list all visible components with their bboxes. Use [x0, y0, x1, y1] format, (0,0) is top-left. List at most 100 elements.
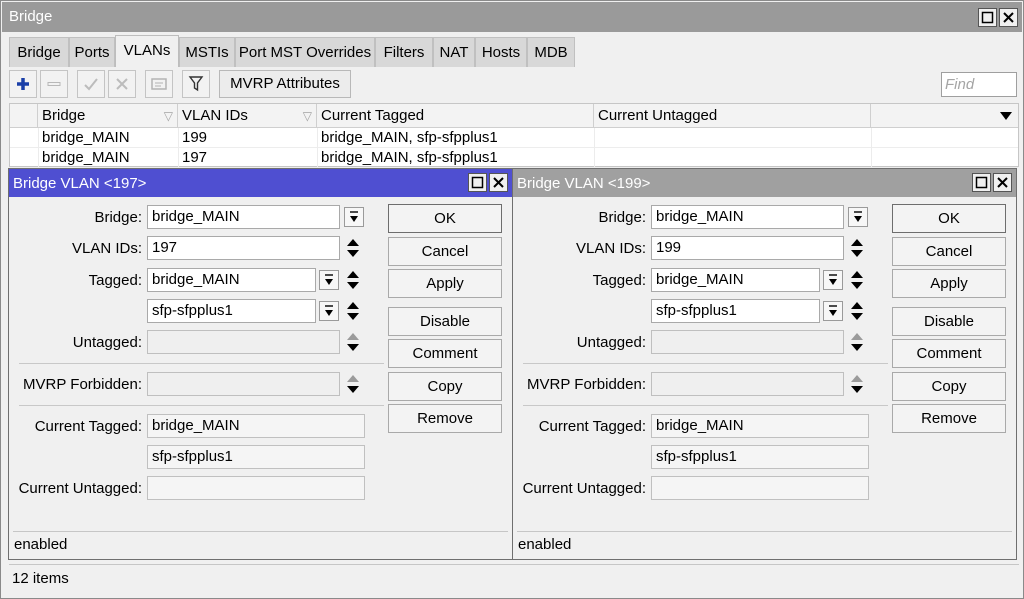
disable-button[interactable] [108, 70, 136, 98]
apply-button[interactable]: Apply [892, 269, 1006, 298]
remove-button[interactable]: Remove [388, 404, 502, 433]
cancel-button[interactable]: Cancel [388, 237, 502, 266]
add-remove-icon[interactable] [346, 330, 360, 354]
tagged-field-1[interactable]: bridge_MAIN [147, 268, 316, 292]
add-remove-icon[interactable] [850, 372, 864, 396]
mvrp-forbidden-field[interactable] [651, 372, 844, 396]
tab-nat[interactable]: NAT [433, 37, 475, 67]
ok-button[interactable]: OK [892, 204, 1006, 233]
mvrp-attributes-button[interactable]: MVRP Attributes [219, 70, 351, 98]
column-divider [317, 128, 318, 168]
copy-button[interactable]: Copy [892, 372, 1006, 401]
bridge-dropdown-button[interactable] [344, 207, 364, 227]
filter-button[interactable] [182, 70, 210, 98]
disable-button[interactable]: Disable [388, 307, 502, 336]
column-header-bridge[interactable]: Bridge ▽ [38, 104, 178, 128]
tab-mstis[interactable]: MSTIs [179, 37, 235, 67]
up-down-arrows-icon [851, 333, 863, 351]
bridge-vlan-197-dialog: Bridge VLAN <197> Bridge: bridge_MAIN VL… [8, 168, 513, 560]
tab-port-mst-overrides[interactable]: Port MST Overrides [235, 37, 375, 67]
sort-icon: ▽ [163, 109, 173, 123]
close-button[interactable] [489, 173, 508, 192]
vlan-ids-field[interactable]: 199 [651, 236, 844, 260]
close-button[interactable] [993, 173, 1012, 192]
dropdown-arrow-icon [829, 305, 837, 316]
comment-button[interactable]: Comment [388, 339, 502, 368]
remove-button[interactable]: Remove [892, 404, 1006, 433]
untagged-label: Untagged: [576, 334, 646, 351]
bridge-label: Bridge: [94, 209, 142, 226]
tab-filters[interactable]: Filters [375, 37, 433, 67]
tab-vlans[interactable]: VLANs [115, 35, 179, 67]
add-remove-icon[interactable] [346, 268, 360, 292]
add-remove-icon[interactable] [346, 236, 360, 260]
divider [523, 405, 888, 406]
bridge-dropdown-button[interactable] [848, 207, 868, 227]
table-row[interactable]: bridge_MAIN 197 bridge_MAIN, sfp-sfpplus… [10, 148, 1018, 168]
comment-button[interactable]: Comment [892, 339, 1006, 368]
check-icon [84, 78, 98, 91]
untagged-field[interactable] [147, 330, 340, 354]
table-row[interactable]: bridge_MAIN 199 bridge_MAIN, sfp-sfpplus… [10, 128, 1018, 148]
current-tagged-label: Current Tagged: [538, 418, 646, 435]
remove-button[interactable] [40, 70, 68, 98]
add-remove-icon[interactable] [346, 372, 360, 396]
tab-ports[interactable]: Ports [69, 37, 115, 67]
up-down-arrows-icon [347, 271, 359, 289]
vlan-ids-label: VLAN IDs: [575, 240, 646, 257]
column-header-current-tagged[interactable]: Current Tagged [317, 104, 594, 128]
column-header-vlan-ids[interactable]: VLAN IDs ▽ [178, 104, 317, 128]
add-remove-icon[interactable] [850, 236, 864, 260]
up-down-arrows-icon [347, 333, 359, 351]
bridge-label: Bridge: [598, 209, 646, 226]
current-tagged-label: Current Tagged: [34, 418, 142, 435]
tagged-field-1[interactable]: bridge_MAIN [651, 268, 820, 292]
maximize-button[interactable] [972, 173, 991, 192]
bridge-vlan-199-dialog: Bridge VLAN <199> Bridge: bridge_MAIN VL… [512, 168, 1017, 560]
mvrp-forbidden-field[interactable] [147, 372, 340, 396]
add-remove-icon[interactable] [850, 299, 864, 323]
bridge-field[interactable]: bridge_MAIN [147, 205, 340, 229]
enable-button[interactable] [77, 70, 105, 98]
tagged-field-2[interactable]: sfp-sfpplus1 [651, 299, 820, 323]
tagged-dropdown-button[interactable] [319, 270, 339, 290]
cell-vlan-ids: 199 [182, 129, 208, 146]
vlan-ids-field[interactable]: 197 [147, 236, 340, 260]
tagged-dropdown-button[interactable] [823, 270, 843, 290]
add-remove-icon[interactable] [850, 268, 864, 292]
tab-mdb[interactable]: MDB [527, 37, 575, 67]
tagged-field-2[interactable]: sfp-sfpplus1 [147, 299, 316, 323]
column-header-current-untagged[interactable]: Current Untagged [594, 104, 871, 128]
up-down-arrows-icon [347, 239, 359, 257]
untagged-field[interactable] [651, 330, 844, 354]
disable-button[interactable]: Disable [892, 307, 1006, 336]
dropdown-arrow-icon [829, 274, 837, 285]
add-remove-icon[interactable] [850, 330, 864, 354]
chevron-down-icon [1000, 112, 1012, 120]
find-input[interactable]: Find [941, 72, 1017, 97]
ok-button[interactable]: OK [388, 204, 502, 233]
tab-hosts[interactable]: Hosts [475, 37, 527, 67]
bridge-field[interactable]: bridge_MAIN [651, 205, 844, 229]
divider [523, 363, 888, 364]
column-divider [594, 128, 595, 168]
maximize-button[interactable] [978, 8, 997, 27]
apply-button[interactable]: Apply [388, 269, 502, 298]
tagged-dropdown-button[interactable] [319, 301, 339, 321]
cancel-button[interactable]: Cancel [892, 237, 1006, 266]
cell-bridge: bridge_MAIN [42, 149, 130, 166]
add-remove-icon[interactable] [346, 299, 360, 323]
maximize-button[interactable] [468, 173, 487, 192]
tagged-dropdown-button[interactable] [823, 301, 843, 321]
add-button[interactable] [9, 70, 37, 98]
dialog-titlebar[interactable]: Bridge VLAN <199> [513, 169, 1016, 197]
comment-button[interactable] [145, 70, 173, 98]
current-tagged-field-2: sfp-sfpplus1 [651, 445, 869, 469]
window-titlebar[interactable]: Bridge [2, 2, 1022, 32]
dialog-titlebar[interactable]: Bridge VLAN <197> [9, 169, 512, 197]
column-chooser[interactable] [871, 104, 1018, 128]
close-button[interactable] [999, 8, 1018, 27]
divider [19, 405, 384, 406]
tab-bridge[interactable]: Bridge [9, 37, 69, 67]
copy-button[interactable]: Copy [388, 372, 502, 401]
